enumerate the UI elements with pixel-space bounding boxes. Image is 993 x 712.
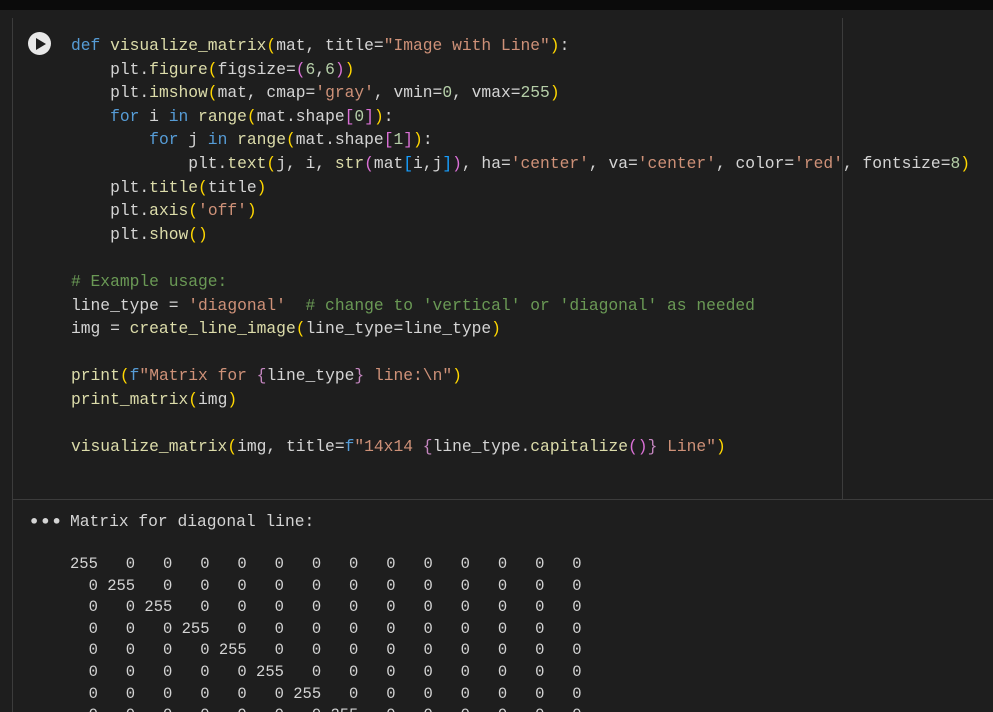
notebook-cell: def visualize_matrix(mat, title="Image w… [12,18,993,712]
top-bar [0,0,993,10]
matrix-output: 255 0 0 0 0 0 0 0 0 0 0 0 0 0 0 255 0 0 … [70,555,582,712]
code-editor[interactable]: def visualize_matrix(mat, title="Image w… [12,18,993,500]
cell-output: ••• Matrix for diagonal line: 255 0 0 0 … [12,500,993,712]
code-lines: def visualize_matrix(mat, title="Image w… [71,36,971,457]
output-title: Matrix for diagonal line: [70,512,315,531]
play-icon[interactable] [28,32,51,55]
more-horizontal-icon[interactable]: ••• [29,512,63,531]
